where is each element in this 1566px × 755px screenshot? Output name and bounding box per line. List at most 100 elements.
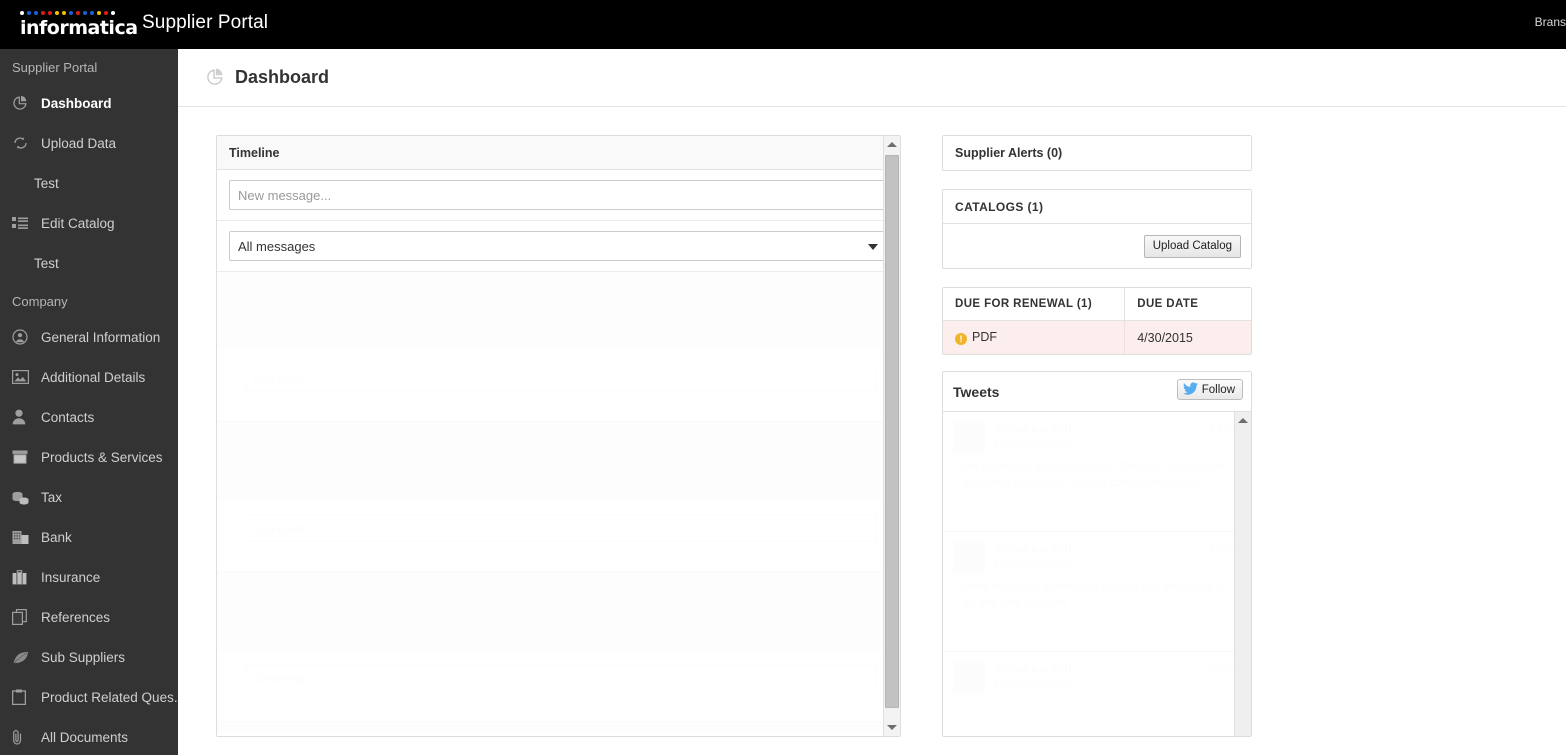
- renewal-name-cell: ! PDF: [943, 320, 1125, 354]
- sidebar-item-sub-suppliers[interactable]: Sub Suppliers: [0, 637, 178, 677]
- timeline-message-item[interactable]: Comment: [217, 422, 900, 572]
- supplier-alerts-heading: Supplier Alerts (0): [955, 146, 1063, 160]
- sidebar-item-product-related-questions[interactable]: Product Related Ques...: [0, 677, 178, 717]
- sidebar-item-label: Product Related Ques...: [41, 689, 178, 705]
- column-header-name: DUE FOR RENEWAL (1): [943, 288, 1125, 321]
- sidebar-item-label: Dashboard: [41, 95, 112, 111]
- upload-catalog-button[interactable]: Upload Catalog: [1143, 234, 1241, 258]
- box-icon: [12, 448, 34, 466]
- sidebar-item-label: All Documents: [41, 729, 129, 745]
- new-message-input[interactable]: [229, 180, 888, 210]
- sidebar-item-test-catalog[interactable]: Test: [0, 243, 178, 283]
- due-for-renewal-table: DUE FOR RENEWAL (1) DUE DATE ! PDF 4/30/2…: [943, 288, 1251, 354]
- sidebar-item-bank[interactable]: Bank: [0, 517, 178, 557]
- sidebar-item-label: Sub Suppliers: [41, 649, 126, 665]
- scrollbar-thumb[interactable]: [885, 155, 899, 708]
- logo-wordmark: informatica: [20, 17, 138, 39]
- avatar: [953, 541, 985, 573]
- sidebar-item-upload-data[interactable]: Upload Data: [0, 123, 178, 163]
- timeline-heading: Timeline: [217, 136, 900, 170]
- tweet-author: Johan Larson: [993, 541, 1072, 555]
- avatar: [953, 421, 985, 453]
- scroll-down-arrow[interactable]: [884, 719, 900, 736]
- sidebar-item-test-upload[interactable]: Test: [0, 163, 178, 203]
- tweets-scrollbar[interactable]: [1234, 412, 1251, 736]
- timeline-scrollbar[interactable]: [883, 136, 900, 736]
- sidebar-item-label: References: [41, 609, 111, 625]
- tweets-heading: Tweets: [953, 383, 1000, 400]
- sidebar-section-supplier-portal: Supplier Portal: [12, 60, 98, 75]
- timeline-message-item[interactable]: Comment: [217, 722, 900, 732]
- renewal-date-cell: 4/30/2015: [1124, 320, 1251, 354]
- message-filter-value: All messages: [238, 238, 316, 254]
- comment-input-placeholder[interactable]: Comment: [245, 514, 877, 542]
- sidebar-item-label: Tax: [41, 489, 63, 505]
- catalogs-panel: CATALOGS (1) Upload Catalog: [942, 189, 1252, 269]
- user-menu[interactable]: Brans: [1535, 15, 1566, 29]
- tweets-header: Tweets Follow: [943, 372, 1251, 412]
- message-filter-select[interactable]: All messages: [229, 231, 888, 261]
- sidebar-item-label: Edit Catalog: [41, 215, 115, 231]
- renewal-name: PDF: [972, 330, 997, 344]
- follow-label: Follow: [1201, 383, 1235, 396]
- sidebar-item-products-services[interactable]: Products & Services: [0, 437, 178, 477]
- sidebar-item-label: Insurance: [41, 569, 101, 585]
- timeline-message-list: Comment Comment Comment Comment: [217, 272, 900, 732]
- message-filter-row: All messages: [217, 221, 900, 272]
- scroll-up-arrow[interactable]: [1235, 412, 1251, 429]
- table-row[interactable]: ! PDF 4/30/2015: [943, 320, 1251, 354]
- scroll-up-arrow[interactable]: [884, 136, 900, 153]
- coins-icon: [12, 488, 34, 506]
- tweet-handle: @johanslarson: [993, 557, 1074, 571]
- tweet-item[interactable]: Johan Larson @johanslarson Here how else…: [943, 532, 1251, 652]
- page-title: Dashboard: [235, 67, 330, 87]
- sidebar-item-tax[interactable]: Tax: [0, 477, 178, 517]
- sidebar-item-edit-catalog[interactable]: Edit Catalog: [0, 203, 178, 243]
- tweet-item[interactable]: Johan Larson @johanslarson An accessed s…: [943, 412, 1251, 532]
- sidebar-item-dashboard[interactable]: Dashboard: [0, 83, 178, 123]
- tweet-text: An accessed sequence runs. Deeper Transa…: [963, 459, 1226, 489]
- briefcase-icon: [12, 568, 34, 586]
- column-header-due-date: DUE DATE: [1124, 288, 1251, 321]
- logo-dots-icon: [20, 9, 120, 16]
- sidebar-item-references[interactable]: References: [0, 597, 178, 637]
- comment-input-placeholder[interactable]: Comment: [245, 664, 877, 692]
- sidebar-item-contacts[interactable]: Contacts: [0, 397, 178, 437]
- timeline-panel: Timeline All messages Comment Comment: [216, 135, 901, 737]
- tweet-author: Johan Larson: [993, 421, 1072, 435]
- tweet-handle: @johanslarson: [993, 677, 1074, 691]
- page-header: Dashboard: [178, 49, 1566, 107]
- sidebar-item-insurance[interactable]: Insurance: [0, 557, 178, 597]
- due-for-renewal-panel: DUE FOR RENEWAL (1) DUE DATE ! PDF 4/30/2…: [942, 287, 1252, 355]
- tweet-handle: @johanslarson: [993, 437, 1074, 451]
- sidebar-item-all-documents[interactable]: All Documents: [0, 717, 178, 755]
- sidebar-item-additional-details[interactable]: Additional Details: [0, 357, 178, 397]
- timeline-message-item[interactable]: Comment: [217, 572, 900, 722]
- message-body-placeholder: [217, 422, 900, 500]
- sidebar: Supplier Portal Dashboard Upload Data Te…: [0, 49, 178, 755]
- catalogs-heading: CATALOGS (1): [943, 190, 1251, 224]
- refresh-icon: [12, 134, 34, 152]
- clipboard-icon: [12, 688, 34, 706]
- sidebar-item-label: Test: [34, 255, 59, 271]
- twitter-follow-button[interactable]: Follow: [1176, 379, 1243, 400]
- timeline-message-item[interactable]: Comment: [217, 272, 900, 422]
- comment-input-placeholder[interactable]: Comment: [245, 364, 877, 392]
- tweet-item[interactable]: Johan Larson @johanslarson 3 mm: [943, 652, 1251, 736]
- table-header-row: DUE FOR RENEWAL (1) DUE DATE: [943, 288, 1251, 321]
- user-circle-icon: [12, 328, 34, 346]
- informatica-logo[interactable]: informatica: [20, 9, 138, 40]
- message-body-placeholder: [217, 572, 900, 650]
- supplier-alerts-panel: Supplier Alerts (0): [942, 135, 1252, 171]
- sidebar-item-label: Additional Details: [41, 369, 146, 385]
- top-bar: informatica Supplier Portal Brans: [0, 0, 1566, 49]
- tweet-author: Johan Larson: [993, 661, 1072, 675]
- tweet-text: Here how else immediate aboaut this prov…: [963, 579, 1226, 609]
- message-body-placeholder: [217, 272, 900, 350]
- sidebar-item-general-information[interactable]: General Information: [0, 317, 178, 357]
- pie-chart-icon: [12, 94, 34, 112]
- sidebar-item-label: Test: [34, 175, 59, 191]
- copy-icon: [12, 608, 34, 626]
- sidebar-section-company: Company: [12, 294, 68, 309]
- message-body-placeholder: [217, 722, 900, 732]
